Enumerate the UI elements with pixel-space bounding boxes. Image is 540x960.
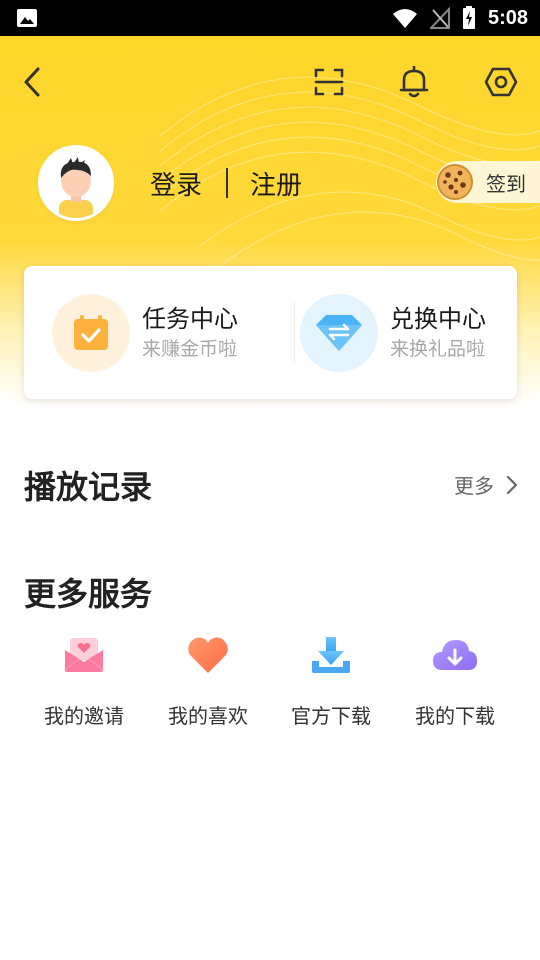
diamond-exchange-icon xyxy=(316,315,362,351)
play-history-more-link[interactable]: 更多 xyxy=(454,470,518,499)
task-center-entry[interactable]: 任务中心 来赚金币啦 xyxy=(52,293,238,373)
calendar-check-icon xyxy=(74,315,108,350)
settings-button[interactable] xyxy=(483,64,519,100)
login-link[interactable]: 登录 xyxy=(150,165,202,202)
auth-links: 登录 注册 xyxy=(150,165,302,201)
status-time: 5:08 xyxy=(487,6,528,29)
task-center-subtitle: 来赚金币啦 xyxy=(142,338,238,360)
cloud-download-icon xyxy=(433,640,477,670)
play-history-title: 播放记录 xyxy=(24,468,153,506)
register-link[interactable]: 注册 xyxy=(250,165,302,202)
invite-envelope-icon xyxy=(64,638,104,672)
scan-icon xyxy=(314,68,344,96)
rewards-card: 任务中心 来赚金币啦 兑换中心 来换礼品啦 xyxy=(24,266,517,399)
checkin-button[interactable]: 签到 xyxy=(436,161,540,203)
default-avatar-icon xyxy=(41,148,111,218)
avatar[interactable] xyxy=(38,145,114,221)
chevron-right-icon xyxy=(506,475,518,494)
signal-off-icon xyxy=(429,7,450,29)
heart-icon xyxy=(188,637,228,673)
service-item-official-download[interactable]: 官方下载 xyxy=(269,630,393,729)
auth-divider xyxy=(226,168,229,198)
service-item-invite[interactable]: 我的邀请 xyxy=(22,630,146,729)
service-label: 我的邀请 xyxy=(44,704,124,728)
bell-icon xyxy=(399,65,429,98)
more-services-title: 更多服务 xyxy=(24,575,153,613)
hexagon-gear-icon xyxy=(484,67,518,97)
checkin-label: 签到 xyxy=(486,171,526,196)
chevron-left-icon xyxy=(24,67,40,97)
notification-button[interactable] xyxy=(396,64,432,100)
download-tray-icon xyxy=(312,637,350,673)
exchange-center-entry[interactable]: 兑换中心 来换礼品啦 xyxy=(300,293,486,373)
service-label: 我的喜欢 xyxy=(168,704,248,728)
top-nav xyxy=(0,36,540,128)
wifi-icon xyxy=(392,9,417,28)
exchange-center-subtitle: 来换礼品啦 xyxy=(390,338,486,360)
exchange-icon-bg xyxy=(300,294,378,372)
task-icon-bg xyxy=(52,294,130,372)
battery-charging-icon xyxy=(462,6,475,29)
service-item-likes[interactable]: 我的喜欢 xyxy=(146,630,270,729)
card-divider xyxy=(294,302,295,364)
scan-button[interactable] xyxy=(311,64,347,100)
services-grid: 我的邀请 我的喜欢 官方下载 我的下载 xyxy=(0,630,540,740)
back-button[interactable] xyxy=(14,64,50,100)
image-icon xyxy=(17,9,37,27)
cookie-icon xyxy=(437,164,473,200)
task-center-title: 任务中心 xyxy=(142,305,238,333)
service-item-my-downloads[interactable]: 我的下载 xyxy=(393,630,517,729)
exchange-center-title: 兑换中心 xyxy=(390,305,486,333)
status-bar: 5:08 xyxy=(0,0,540,36)
service-label: 我的下载 xyxy=(415,704,495,728)
more-label: 更多 xyxy=(454,474,494,498)
service-label: 官方下载 xyxy=(291,704,371,728)
